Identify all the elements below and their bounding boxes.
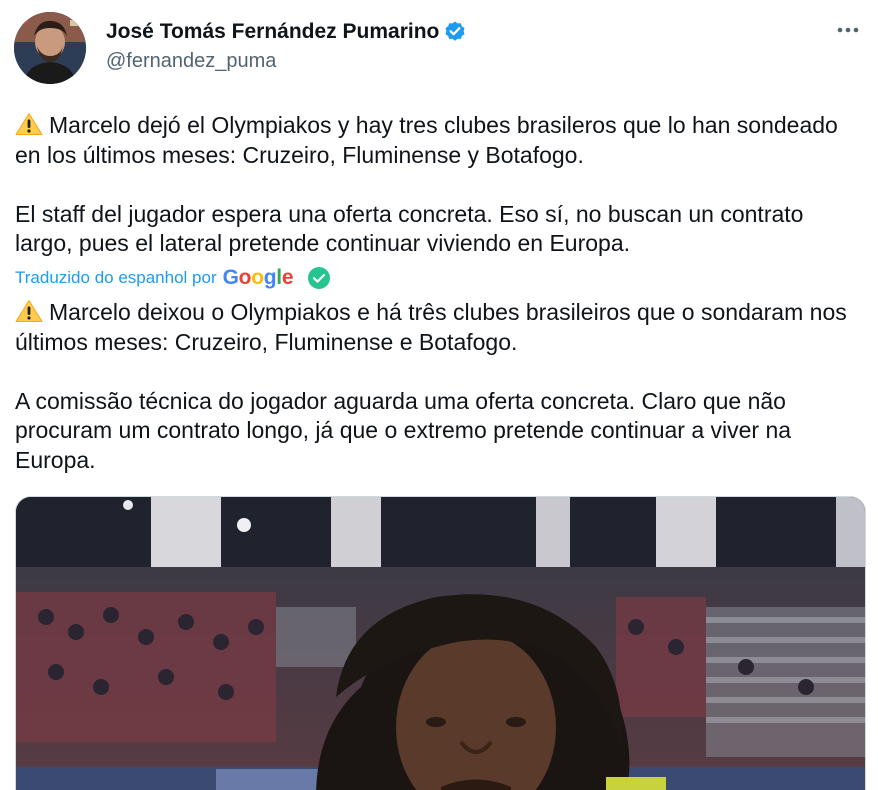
ellipsis-icon[interactable] — [834, 20, 862, 40]
author-handle[interactable]: @fernandez_puma — [106, 50, 467, 73]
verified-badge-icon[interactable] — [443, 20, 467, 44]
avatar[interactable] — [14, 12, 86, 84]
translation-label[interactable]: Traduzido do espanhol por — [15, 268, 217, 288]
author-info: José Tomás Fernández Pumarino @fernandez… — [106, 18, 467, 73]
original-paragraph-1-text: Marcelo dejó el Olympiakos y hay tres cl… — [15, 112, 838, 168]
check-circle-icon — [307, 266, 331, 290]
warning-icon — [15, 112, 43, 136]
tweet: José Tomás Fernández Pumarino @fernandez… — [0, 0, 878, 790]
tweet-header: José Tomás Fernández Pumarino @fernandez… — [14, 12, 864, 86]
name-row: José Tomás Fernández Pumarino — [106, 18, 467, 46]
tweet-photo[interactable] — [15, 496, 866, 790]
google-logo: Google — [222, 266, 294, 289]
original-paragraph-1: Marcelo dejó el Olympiakos y hay tres cl… — [15, 111, 865, 170]
translated-paragraph-1-text: Marcelo deixou o Olympiakos e há três cl… — [15, 299, 847, 355]
translation-attribution: Traduzido do espanhol por Google — [15, 264, 331, 292]
translated-paragraph-1: Marcelo deixou o Olympiakos e há três cl… — [15, 298, 865, 357]
original-tweet-text: Marcelo dejó el Olympiakos y hay tres cl… — [15, 111, 865, 259]
translated-tweet-text: Marcelo deixou o Olympiakos e há três cl… — [15, 298, 865, 475]
translated-paragraph-2: A comissão técnica do jogador aguarda um… — [15, 387, 792, 473]
original-paragraph-2: El staff del jugador espera una oferta c… — [15, 200, 804, 257]
display-name[interactable]: José Tomás Fernández Pumarino — [106, 20, 439, 44]
warning-icon — [15, 299, 43, 323]
